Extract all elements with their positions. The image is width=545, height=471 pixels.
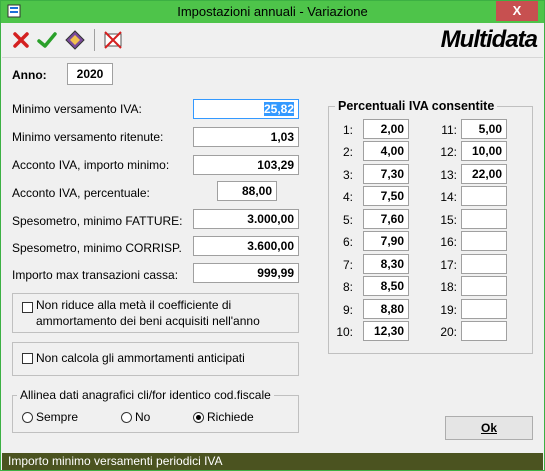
spesometro-invoices-label: Spesometro, minimo FATTURE: [12,214,183,228]
vat-percentages-title: Percentuali IVA consentite [335,99,498,113]
vat-rate-index: 19: [440,303,457,317]
advance-depreciation-checkbox[interactable] [22,353,33,364]
vat-rate-index: 12: [440,145,457,159]
vat-rate-index: 4: [342,190,353,204]
vat-rate-field[interactable] [461,186,507,206]
vat-rate-field[interactable]: 12,30 [363,321,409,341]
close-button[interactable]: X [496,1,538,21]
vat-rate-index: 20: [440,325,457,339]
vat-rate-field[interactable]: 5,00 [461,119,507,139]
vat-rate-field[interactable] [461,299,507,319]
radio-sempre[interactable] [22,412,33,423]
vat-rate-field[interactable] [461,276,507,296]
vat-rate-field[interactable] [461,209,507,229]
vat-rate-index: 13: [440,168,457,182]
radio-no-label: No [135,410,151,424]
half-coefficient-checkbox[interactable] [22,302,33,313]
vat-rate-index: 15: [440,213,457,227]
vat-rate-field[interactable]: 8,80 [363,299,409,319]
radio-sempre-label: Sempre [36,410,79,424]
status-bar: Importo minimo versamenti periodici IVA [2,453,543,470]
vat-rate-index: 7: [342,258,353,272]
ok-button[interactable]: Ok [445,416,533,440]
multidata-logo: Multidata [395,27,538,53]
min-vat-payment-label: Minimo versamento IVA: [12,102,142,116]
vat-rate-index: 9: [342,303,353,317]
half-coefficient-label-line1: Non riduce alla metà il coefficiente di [36,298,232,312]
vat-rate-index: 3: [342,168,353,182]
vat-rate-field[interactable]: 7,30 [363,164,409,184]
vat-rate-index: 16: [440,235,457,249]
vat-rate-index: 11: [441,123,457,137]
vat-rate-index: 1: [342,123,353,137]
vat-rate-index: 17: [440,258,457,272]
vat-rate-index: 6: [342,235,353,249]
book-icon[interactable] [64,29,86,51]
toolbar: Multidata [2,23,543,58]
vat-rate-field[interactable] [461,231,507,251]
advance-depreciation-label: Non calcola gli ammortamenti anticipati [36,351,245,365]
vat-rate-field[interactable] [461,254,507,274]
vat-rate-field[interactable]: 7,60 [363,209,409,229]
vat-rate-index: 8: [342,280,353,294]
window-title: Impostazioni annuali - Variazione [177,4,368,19]
vat-advance-min-label: Acconto IVA, importo minimo: [12,158,170,172]
vat-rate-field[interactable]: 7,90 [363,231,409,251]
min-vat-payment-field[interactable]: 25,82 [193,99,299,119]
vat-rate-index: 10: [336,325,353,339]
vat-rate-field[interactable]: 10,00 [461,141,507,161]
settings-window: Impostazioni annuali - Variazione X Mult… [0,0,545,471]
vat-advance-percent-field[interactable]: 88,00 [217,181,277,201]
vat-rate-field[interactable] [461,321,507,341]
spesometro-receipts-field[interactable]: 3.600,00 [193,236,299,256]
min-withholding-field[interactable]: 1,03 [193,127,299,147]
spesometro-invoices-field[interactable]: 3.000,00 [193,209,299,229]
toolbar-separator [94,29,95,51]
vat-advance-min-field[interactable]: 103,29 [193,155,299,175]
vat-rate-field[interactable]: 4,00 [363,141,409,161]
min-withholding-label: Minimo versamento ritenute: [12,130,164,144]
vat-rate-field[interactable]: 22,00 [461,164,507,184]
vat-advance-percent-label: Acconto IVA, percentuale: [12,186,150,200]
spesometro-receipts-label: Spesometro, minimo CORRISP. [12,241,182,255]
half-coefficient-label-line2: ammortamento dei beni acquisiti nell'ann… [36,314,260,328]
vat-rate-field[interactable]: 8,30 [363,254,409,274]
vat-rate-index: 14: [440,190,457,204]
vat-rate-field[interactable]: 2,00 [363,119,409,139]
delete-icon[interactable] [102,29,124,51]
vat-rate-index: 2: [342,145,353,159]
confirm-icon[interactable] [36,29,58,51]
vat-rate-field[interactable]: 7,50 [363,186,409,206]
radio-no[interactable] [121,412,132,423]
year-label: Anno: [12,68,47,82]
vat-rate-index: 18: [440,280,457,294]
max-cash-transaction-label: Importo max transazioni cassa: [12,268,179,282]
vat-rate-field[interactable]: 8,50 [363,276,409,296]
title-bar: Impostazioni annuali - Variazione X [1,1,544,23]
radio-richiede-label: Richiede [207,410,254,424]
max-cash-transaction-field[interactable]: 999,99 [193,263,299,283]
radio-richiede[interactable] [193,412,204,423]
vat-rate-index: 5: [342,213,353,227]
cancel-icon[interactable] [10,29,32,51]
align-data-group-title: Allinea dati anagrafici cli/for identico… [17,388,274,402]
year-field[interactable]: 2020 [67,63,113,85]
